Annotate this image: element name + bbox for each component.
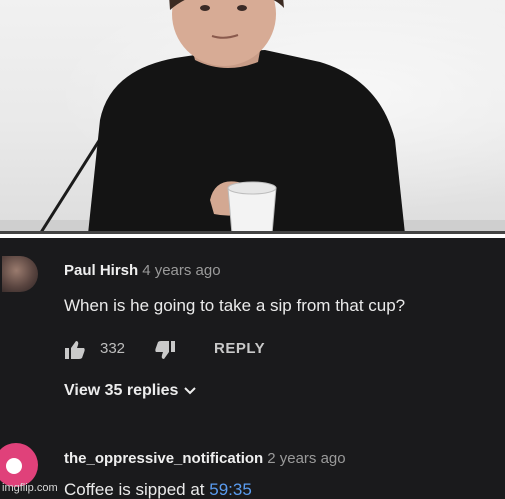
comment-text: Coffee is sipped at 59:35 — [64, 480, 252, 499]
comment-time[interactable]: 2 years ago — [267, 450, 345, 467]
like-count: 332 — [100, 340, 126, 357]
view-replies-label: View 35 replies — [64, 382, 179, 399]
speaker-illustration — [38, 0, 405, 234]
comment-author[interactable]: Paul Hirsh 4 years ago — [64, 262, 221, 279]
video-frame[interactable] — [0, 0, 505, 234]
comment-text: When is he going to take a sip from that… — [64, 296, 406, 315]
coffee-cup — [227, 187, 277, 234]
chevron-down-icon — [184, 387, 197, 395]
comments-section: Paul Hirsh 4 years ago When is he going t… — [0, 238, 505, 499]
dislike-icon[interactable] — [154, 340, 176, 360]
view-replies-button[interactable]: View 35 replies — [64, 382, 197, 400]
author-name[interactable]: the_oppressive_notification — [64, 450, 263, 467]
screenshot: Paul Hirsh 4 years ago When is he going t… — [0, 0, 505, 499]
reply-button[interactable]: REPLY — [214, 340, 265, 357]
author-name[interactable]: Paul Hirsh — [64, 262, 138, 279]
comment-time[interactable]: 4 years ago — [142, 262, 220, 279]
timestamp-link[interactable]: 59:35 — [209, 480, 252, 499]
avatar[interactable] — [2, 256, 38, 292]
like-icon[interactable] — [64, 340, 86, 360]
watermark: imgflip.com — [2, 482, 58, 494]
avatar-dot — [6, 458, 22, 474]
avatar[interactable] — [0, 443, 38, 487]
comment-text-prefix: Coffee is sipped at — [64, 480, 210, 499]
comment-author[interactable]: the_oppressive_notification 2 years ago — [64, 450, 346, 467]
coffee-cup-lid — [227, 181, 277, 195]
